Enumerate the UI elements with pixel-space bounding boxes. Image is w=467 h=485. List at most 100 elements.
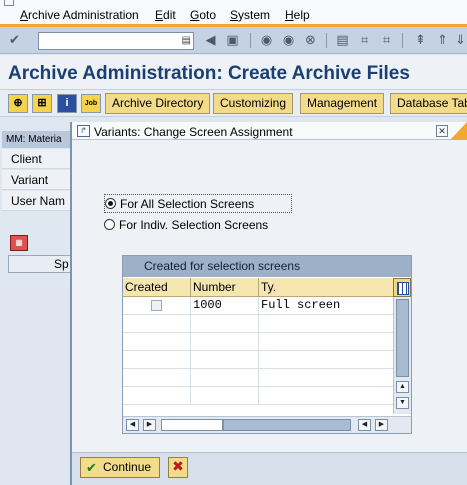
selection-screens-table: Created for selection screens Created Nu… <box>122 255 412 434</box>
radio-indiv-label: For Indiv. Selection Screens <box>119 218 269 232</box>
scroll-up-icon[interactable]: ▲ <box>396 381 409 393</box>
table-title: Created for selection screens <box>123 256 411 277</box>
menu-system[interactable]: System <box>230 8 270 22</box>
table-row <box>123 369 393 387</box>
standard-toolbar: ✔ ▤ ◀ ▣ ◉ ◉ ⊗ ▤ ⌗ ⌗ ⇞ ⇑ ⇓ <box>0 28 467 54</box>
hierarchy-icon[interactable]: ⊞ <box>32 94 52 113</box>
empty-cell <box>191 315 259 332</box>
database-tables-button[interactable]: Database Tab <box>390 93 467 114</box>
first-page-icon[interactable]: ⇞ <box>412 32 429 49</box>
print-icon[interactable]: ▤ <box>334 32 351 49</box>
save-icon[interactable]: ▣ <box>224 32 241 49</box>
scroll-right-end-icon[interactable]: ▶ <box>375 419 388 431</box>
cancel-x-icon: ✖ <box>172 459 184 475</box>
continue-button[interactable]: ✔ Continue <box>80 457 160 478</box>
table-row <box>123 333 393 351</box>
dialog-window-icon: ↱ <box>77 125 90 137</box>
checkmark-icon: ✔ <box>86 461 97 476</box>
archive-directory-button[interactable]: Archive Directory <box>105 93 211 114</box>
toolbar-separator <box>250 33 251 48</box>
radio-all-selection-screens[interactable]: For All Selection Screens <box>104 194 292 213</box>
background-panel-header: MM: Materia <box>2 131 72 148</box>
column-header-type[interactable]: Ty. <box>259 278 393 297</box>
next-page-icon[interactable]: ⇓ <box>452 32 467 49</box>
spool-params-label: Sp <box>54 257 69 271</box>
column-header-created[interactable]: Created <box>123 278 191 297</box>
horizontal-scroll-track[interactable] <box>223 419 351 431</box>
user-name-label: User Nam <box>2 191 70 211</box>
column-header-number[interactable]: Number <box>191 278 259 297</box>
change-screen-assignment-dialog: ↱ Variants: Change Screen Assignment ✕ F… <box>70 122 467 485</box>
horizontal-scroll-thumb[interactable] <box>161 419 223 431</box>
variant-label: Variant <box>2 170 70 190</box>
command-dropdown-icon[interactable]: ▤ <box>182 35 191 46</box>
title-area: Archive Administration: Create Archive F… <box>0 55 467 89</box>
empty-cell <box>123 387 191 404</box>
scroll-left-icon[interactable]: ◀ <box>126 419 139 431</box>
dialog-titlebar: ↱ Variants: Change Screen Assignment ✕ <box>72 122 467 140</box>
empty-cell <box>191 369 259 386</box>
background-panel: MM: Materia Client Variant User Nam ▦ Sp <box>0 127 72 287</box>
scroll-right-icon[interactable]: ▶ <box>143 419 156 431</box>
dialog-corner-accent <box>450 122 467 140</box>
execute-icon[interactable]: ⊕ <box>8 94 28 113</box>
empty-cell <box>191 333 259 350</box>
calendar-icon[interactable]: ▦ <box>10 235 28 251</box>
page-title: Archive Administration: Create Archive F… <box>8 63 410 84</box>
toolbar-separator <box>402 33 403 48</box>
back-icon[interactable]: ◉ <box>258 32 275 49</box>
table-row <box>123 315 393 333</box>
radio-all-button[interactable] <box>105 198 116 209</box>
empty-cell <box>191 351 259 368</box>
table-header: Created Number Ty. <box>123 278 393 297</box>
command-field[interactable]: ▤ <box>38 32 194 50</box>
customizing-button[interactable]: Customizing <box>213 93 294 114</box>
horizontal-scrollbar[interactable]: ◀ ▶ ◀ ▶ <box>123 416 411 433</box>
vertical-scrollbar[interactable]: ▲ ▼ <box>393 297 411 414</box>
table-row <box>123 387 393 405</box>
table-row[interactable]: 1000 Full screen <box>123 297 393 315</box>
cancel-button[interactable]: ✖ <box>168 457 188 478</box>
cancel-icon[interactable]: ⊗ <box>302 32 319 49</box>
empty-cell <box>191 387 259 404</box>
spool-params-button[interactable]: Sp <box>8 255 72 273</box>
continue-label: Continue <box>103 460 152 474</box>
empty-cell <box>123 333 191 350</box>
application-toolbar: ⊕ ⊞ i Job Archive Directory Customizing … <box>0 89 467 117</box>
empty-cell <box>123 351 191 368</box>
empty-cell <box>123 315 191 332</box>
find-next-icon[interactable]: ⌗ <box>378 32 395 49</box>
cell-created <box>123 297 191 314</box>
exit-icon[interactable]: ◉ <box>280 32 297 49</box>
previous-page-icon[interactable]: ⇑ <box>434 32 451 49</box>
menu-archive-administration[interactable]: Archive Administration <box>20 8 139 22</box>
info-icon[interactable]: i <box>57 94 77 113</box>
close-icon[interactable]: ✕ <box>436 125 448 137</box>
back-arrow-icon[interactable]: ◀ <box>202 32 219 49</box>
cell-type: Full screen <box>261 298 341 312</box>
empty-cell <box>123 369 191 386</box>
table-row <box>123 351 393 369</box>
radio-all-label: For All Selection Screens <box>120 197 255 211</box>
radio-indiv-button[interactable] <box>104 219 115 230</box>
management-button[interactable]: Management <box>300 93 385 114</box>
dialog-title: Variants: Change Screen Assignment <box>94 125 293 139</box>
menu-goto[interactable]: Goto <box>190 8 216 22</box>
menu-help[interactable]: Help <box>285 8 310 22</box>
radio-indiv-selection-screens[interactable]: For Indiv. Selection Screens <box>104 216 294 235</box>
scroll-down-icon[interactable]: ▼ <box>396 397 409 409</box>
created-checkbox[interactable] <box>151 300 162 311</box>
scroll-left-end-icon[interactable]: ◀ <box>358 419 371 431</box>
enter-icon[interactable]: ✔ <box>6 32 23 49</box>
toolbar-separator <box>326 33 327 48</box>
dialog-footer: ✔ Continue ✖ <box>72 452 467 485</box>
client-label: Client <box>2 149 70 169</box>
window-menu-icon[interactable] <box>4 0 14 6</box>
menu-accent-line <box>0 24 467 27</box>
job-icon[interactable]: Job <box>81 94 101 113</box>
table-settings-icon[interactable] <box>393 278 411 297</box>
vertical-scroll-thumb[interactable] <box>396 299 409 377</box>
find-icon[interactable]: ⌗ <box>356 32 373 49</box>
cell-number: 1000 <box>191 297 259 314</box>
menu-edit[interactable]: Edit <box>155 8 176 22</box>
